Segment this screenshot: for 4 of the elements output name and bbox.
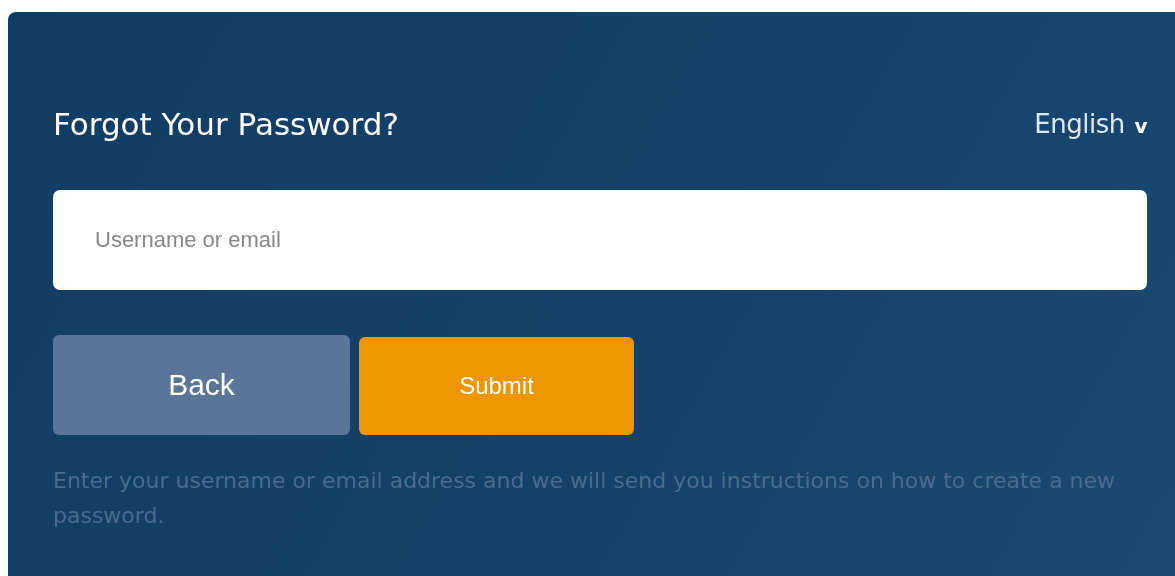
back-button[interactable]: Back — [53, 335, 350, 435]
username-field[interactable]: Username or email — [53, 190, 1147, 290]
page-title: Forgot Your Password? — [53, 106, 399, 142]
language-dropdown[interactable]: English v — [1034, 109, 1147, 139]
